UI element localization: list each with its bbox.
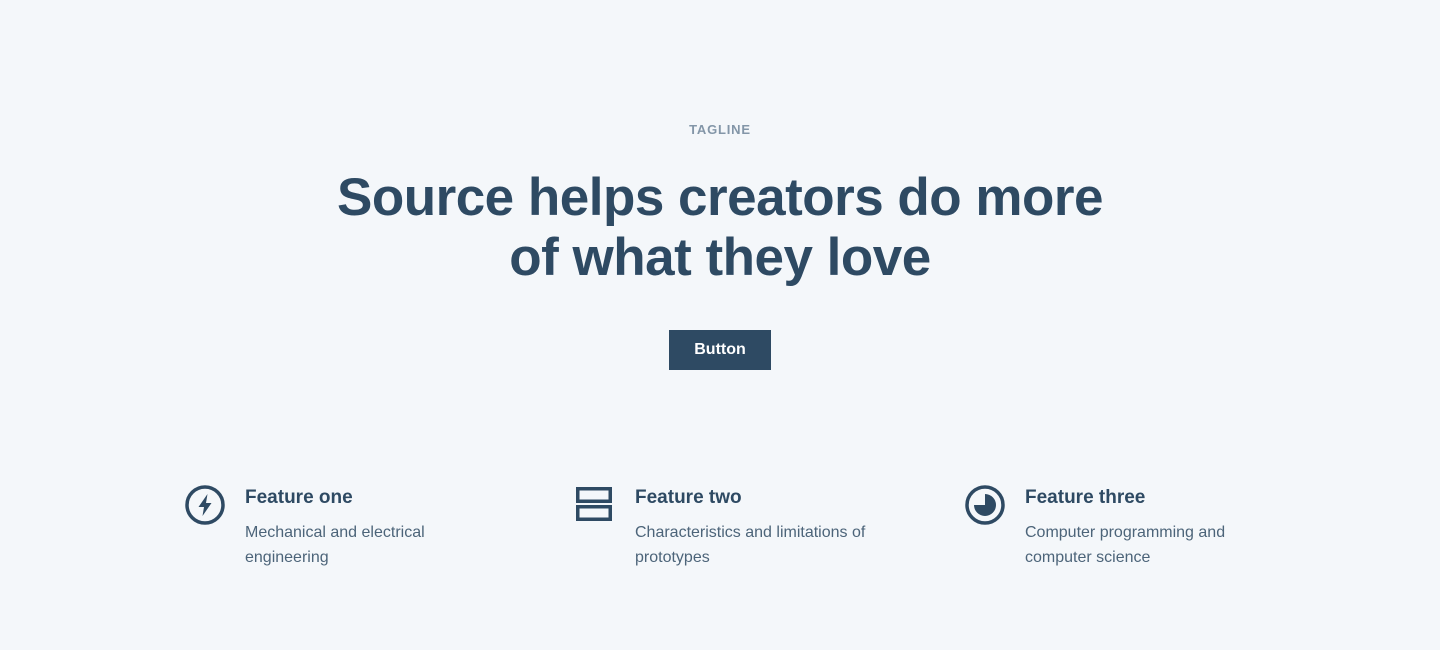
feature-title: Feature one [245, 487, 353, 508]
headline: Source helps creators do more of what th… [336, 168, 1104, 287]
cta-button[interactable]: Button [669, 330, 771, 370]
feature-one: Feature one Mechanical and electrical en… [184, 484, 574, 570]
feature-one-text: Feature one Mechanical and electrical en… [245, 484, 485, 570]
feature-description: Characteristics and limitations of proto… [635, 524, 866, 566]
page: TAGLINE Source helps creators do more of… [0, 0, 1440, 650]
feature-three: Feature three Computer programming and c… [964, 484, 1354, 570]
lightning-icon [184, 484, 226, 526]
stacked-rows-icon [574, 484, 616, 526]
features-section: Feature one Mechanical and electrical en… [184, 484, 1384, 570]
feature-two: Feature two Characteristics and limitati… [574, 484, 964, 570]
feature-title: Feature two [635, 487, 742, 508]
feature-two-text: Feature two Characteristics and limitati… [635, 484, 875, 570]
feature-description: Computer programming and computer scienc… [1025, 524, 1226, 566]
feature-title: Feature three [1025, 487, 1146, 508]
feature-three-text: Feature three Computer programming and c… [1025, 484, 1265, 570]
pie-chart-icon [964, 484, 1006, 526]
hero-section: TAGLINE Source helps creators do more of… [0, 122, 1440, 370]
tagline: TAGLINE [689, 122, 751, 137]
feature-description: Mechanical and electrical engineering [245, 524, 425, 566]
